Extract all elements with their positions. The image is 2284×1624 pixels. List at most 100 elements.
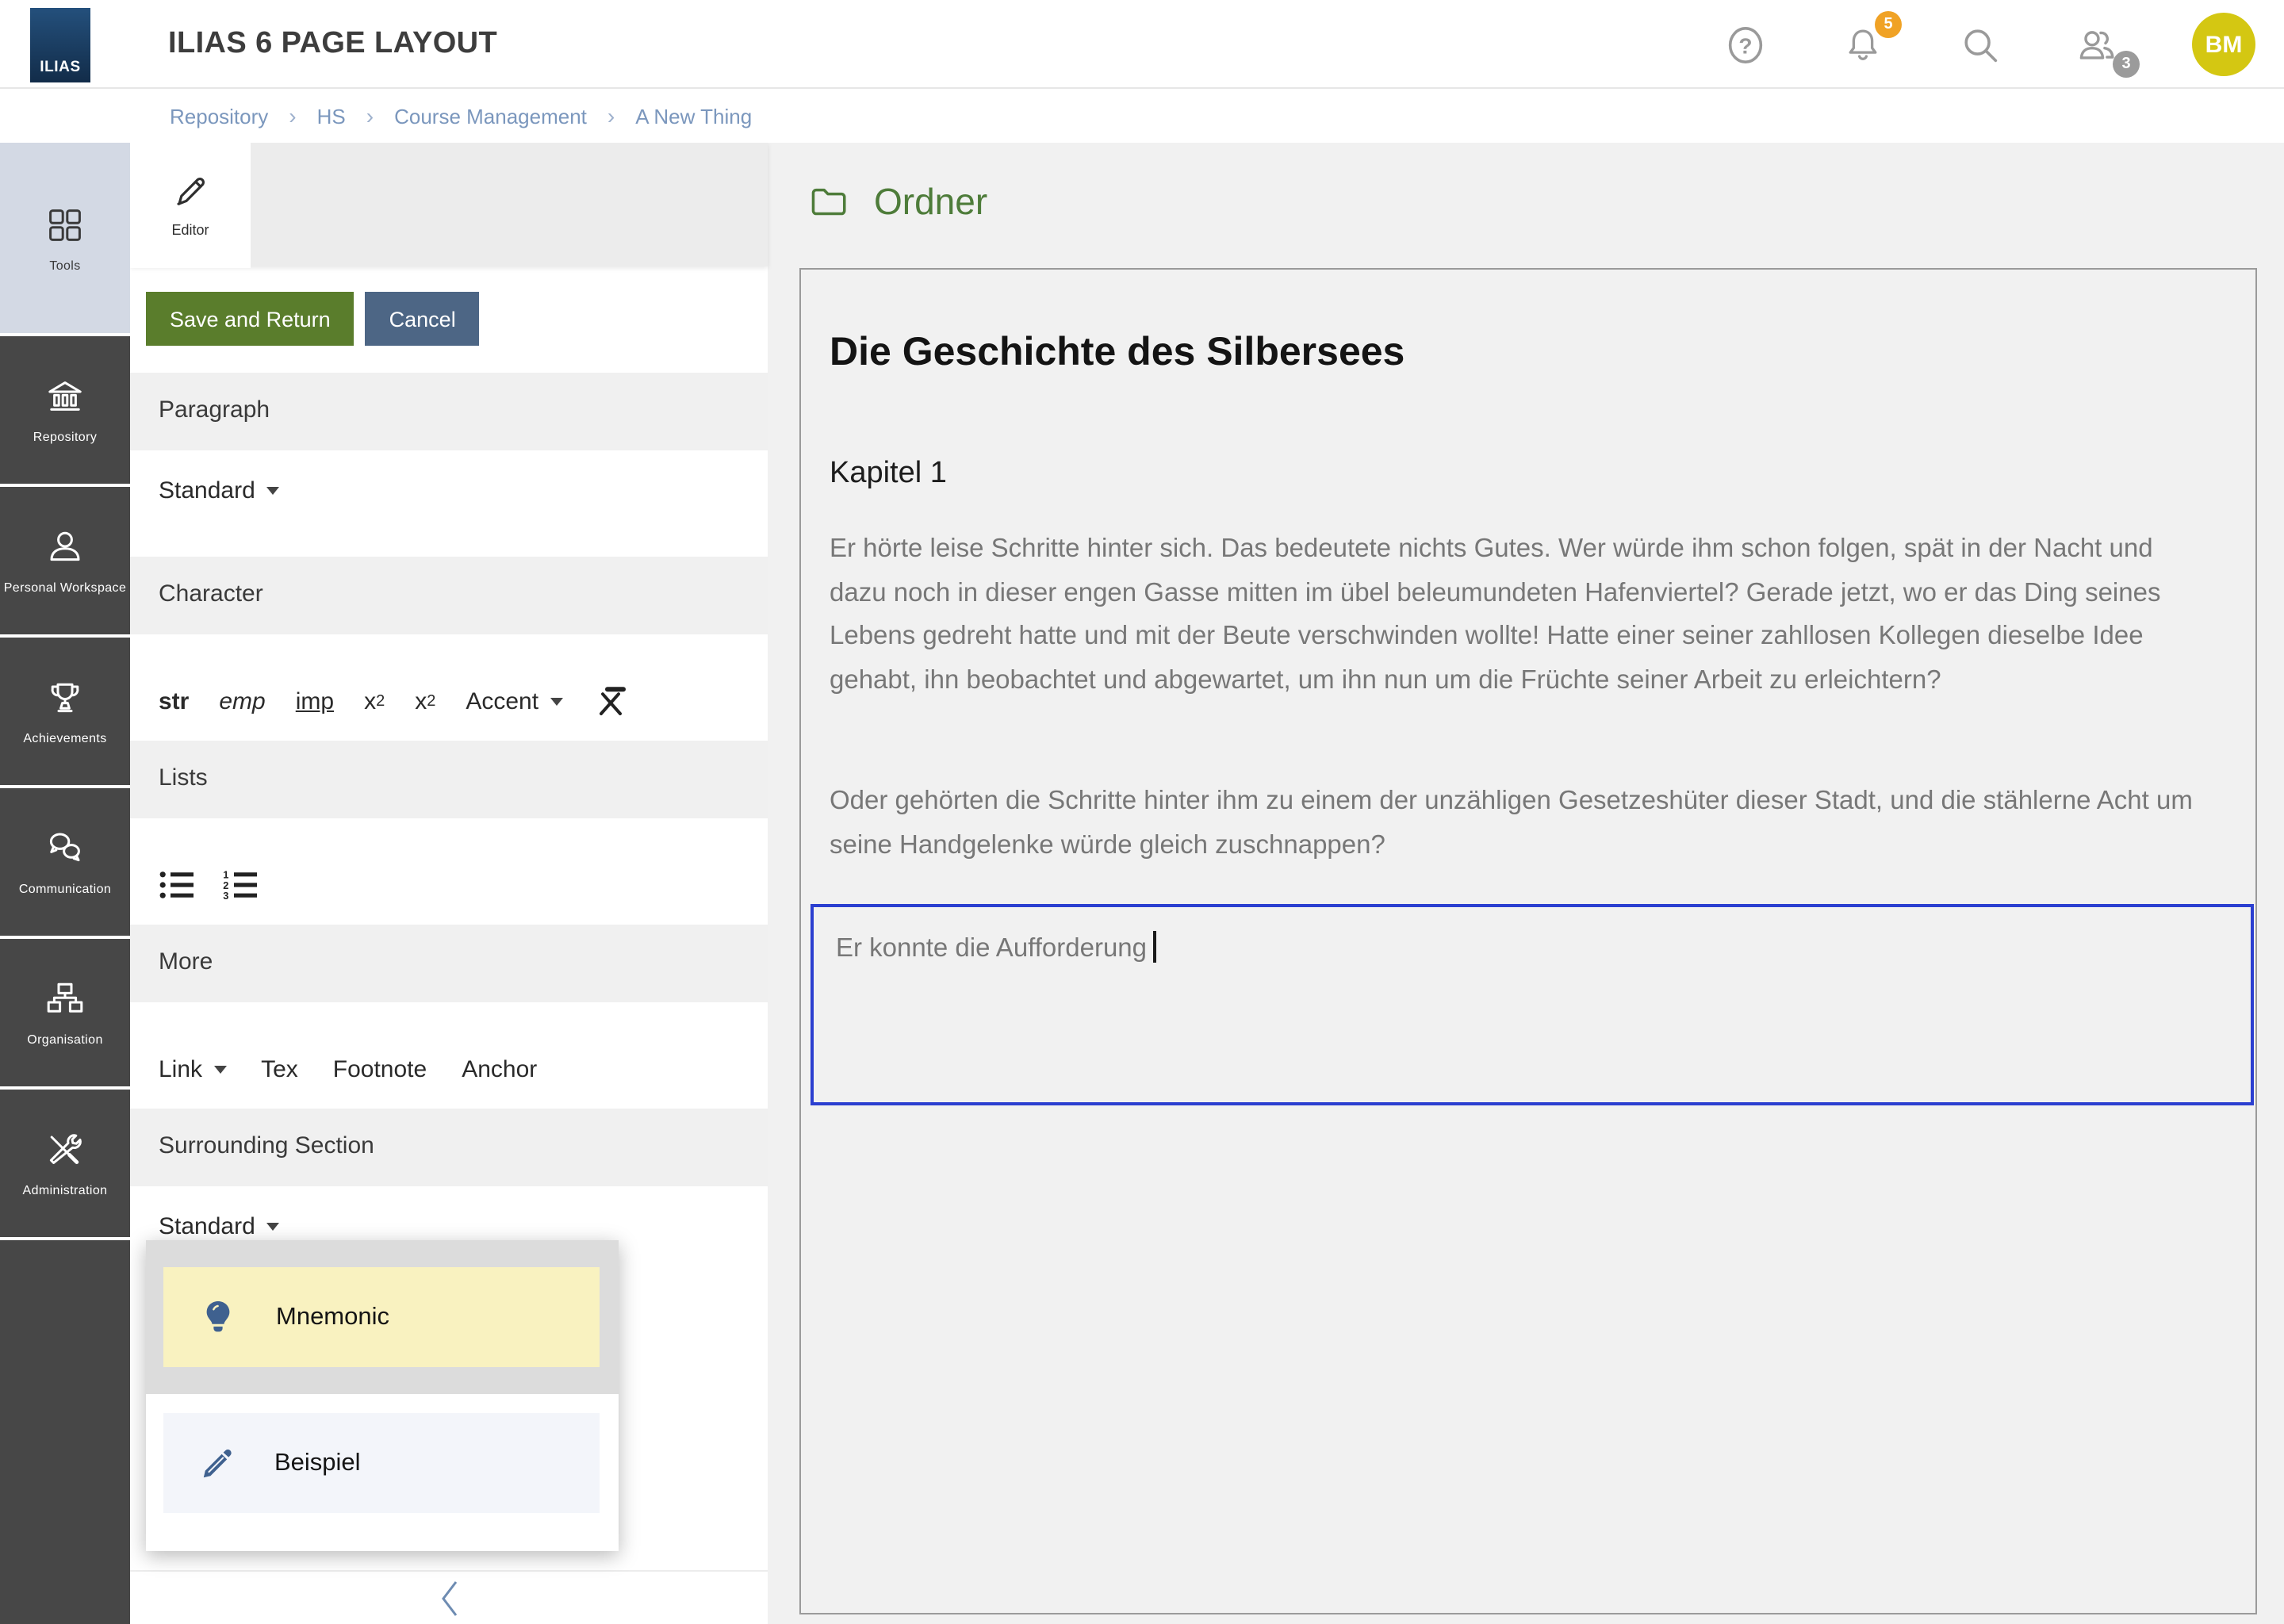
object-header: Ordner [807,181,987,224]
help-button[interactable]: ? [1723,22,1767,67]
breadcrumb-separator: › [607,103,615,128]
breadcrumb-item-a-new-thing[interactable]: A New Thing [635,104,752,128]
breadcrumb-item-hs[interactable]: HS [317,104,346,128]
trophy-icon [44,677,86,718]
anchor-button[interactable]: Anchor [462,1055,537,1082]
clear-format-button[interactable] [592,684,627,718]
logo-text: ILIAS [40,59,81,76]
emphasis-button[interactable]: emp [219,688,265,714]
folder-icon [807,181,850,224]
ilias-logo[interactable]: ILIAS [30,8,90,82]
pencil-icon [171,173,209,211]
collapse-panel-button[interactable] [130,1570,768,1624]
avatar-initials: BM [2205,31,2243,58]
chat-bubbles-icon [44,828,86,869]
sidebar-item-label: Repository [33,430,98,444]
online-users-badge: 3 [2113,51,2140,78]
sidebar-item-label: Personal Workspace [4,580,127,595]
editor-panel: Editor Save and Return Cancel Paragraph … [130,143,768,1624]
bullet-list-icon [159,869,197,901]
breadcrumb: Repository › HS › Course Management › A … [0,89,2284,143]
important-button[interactable]: imp [296,688,334,714]
action-buttons: Save and Return Cancel [130,266,768,373]
object-title: Ordner [874,181,987,224]
editing-text: Er konnte die Aufforderung [836,934,1147,963]
sidebar-item-tools[interactable]: Tools [0,143,130,336]
menu-item-label: Mnemonic [276,1303,389,1331]
notification-badge: 5 [1875,11,1902,38]
svg-text:3: 3 [223,890,228,901]
search-icon [1958,23,2001,66]
numbered-list-icon: 1 2 3 [222,869,260,901]
grid-icon [44,204,86,245]
sidebar-item-organisation[interactable]: Organisation [0,939,130,1090]
surrounding-style-dropdown[interactable]: Standard [159,1213,279,1240]
superscript-button[interactable]: x2 [364,688,385,714]
avatar[interactable]: BM [2192,13,2255,76]
sidebar-item-personal-workspace[interactable]: Personal Workspace [0,487,130,638]
menu-item-mnemonic[interactable]: Mnemonic [163,1267,600,1367]
sidebar-item-label: Administration [23,1183,108,1197]
notifications-button[interactable]: 5 [1840,22,1884,67]
footnote-button[interactable]: Footnote [333,1055,427,1082]
cancel-button[interactable]: Cancel [366,292,480,346]
tab-editor[interactable]: Editor [130,143,251,268]
bank-icon [44,376,86,417]
svg-text:?: ? [1738,33,1751,57]
sidebar-item-label: Achievements [23,731,106,745]
section-more-row: Link Tex Footnote Anchor [130,1002,768,1109]
section-more-header: More [130,925,768,1002]
document-chapter: Kapitel 1 [830,457,947,492]
wrench-screwdriver-icon [44,1129,86,1170]
lightbulb-icon [198,1297,238,1337]
text-cursor [1153,931,1156,963]
chevron-down-icon [550,697,562,705]
menu-hover-region: Mnemonic [146,1240,619,1394]
sidebar-item-label: Communication [19,882,111,896]
surrounding-style-menu: Mnemonic Beispiel [146,1240,619,1551]
active-paragraph-editor[interactable]: Er konnte die Aufforderung [811,904,2254,1105]
menu-item-beispiel[interactable]: Beispiel [163,1413,600,1513]
header-icons: ? 5 [1723,0,2255,89]
numbered-list-button[interactable]: 1 2 3 [222,869,260,901]
link-dropdown[interactable]: Link [159,1055,226,1082]
subscript-button[interactable]: x2 [415,688,435,714]
document-paragraph: Er hörte leise Schritte hinter sich. Das… [830,528,2213,703]
panel-tab-row: Editor [130,143,768,266]
section-surrounding-header: Surrounding Section [130,1109,768,1186]
bullet-list-button[interactable] [159,869,197,901]
menu-item-label: Beispiel [274,1449,361,1477]
tex-button[interactable]: Tex [261,1055,298,1082]
sidebar-item-label: Tools [49,258,80,272]
chevron-left-icon [436,1577,462,1618]
sidebar-item-repository[interactable]: Repository [0,336,130,487]
section-lists-header: Lists [130,741,768,818]
person-icon [44,527,86,568]
strong-button[interactable]: str [159,688,189,714]
chevron-down-icon [266,1223,279,1231]
sidebar-item-communication[interactable]: Communication [0,788,130,939]
document-title: Die Geschichte des Silbersees [830,330,1405,376]
ilias-app: ILIAS ILIAS 6 PAGE LAYOUT ? 5 [0,0,2284,1624]
sidebar-item-label: Organisation [27,1032,103,1047]
page-editor-canvas: Die Geschichte des Silbersees Kapitel 1 … [799,268,2257,1614]
paragraph-style-dropdown[interactable]: Standard [159,477,279,504]
sidebar-item-achievements[interactable]: Achievements [0,638,130,788]
breadcrumb-item-course-management[interactable]: Course Management [394,104,587,128]
save-and-return-button[interactable]: Save and Return [146,292,354,346]
question-mark-icon: ? [1723,23,1766,66]
breadcrumb-separator: › [289,103,296,128]
search-button[interactable] [1957,22,2002,67]
chevron-down-icon [213,1065,226,1073]
main-content: Ordner Die Geschichte des Silbersees Kap… [768,143,2284,1624]
org-chart-icon [44,979,86,1020]
chevron-down-icon [266,487,279,495]
online-users-button[interactable]: 3 [2075,22,2119,67]
page-title: ILIAS 6 PAGE LAYOUT [168,27,497,62]
header-bar: ILIAS ILIAS 6 PAGE LAYOUT ? 5 [0,0,2284,89]
sidebar-item-administration[interactable]: Administration [0,1090,130,1240]
clear-format-icon [592,684,627,718]
tab-editor-label: Editor [171,222,209,238]
breadcrumb-item-repository[interactable]: Repository [170,104,268,128]
accent-dropdown[interactable]: Accent [466,688,562,714]
